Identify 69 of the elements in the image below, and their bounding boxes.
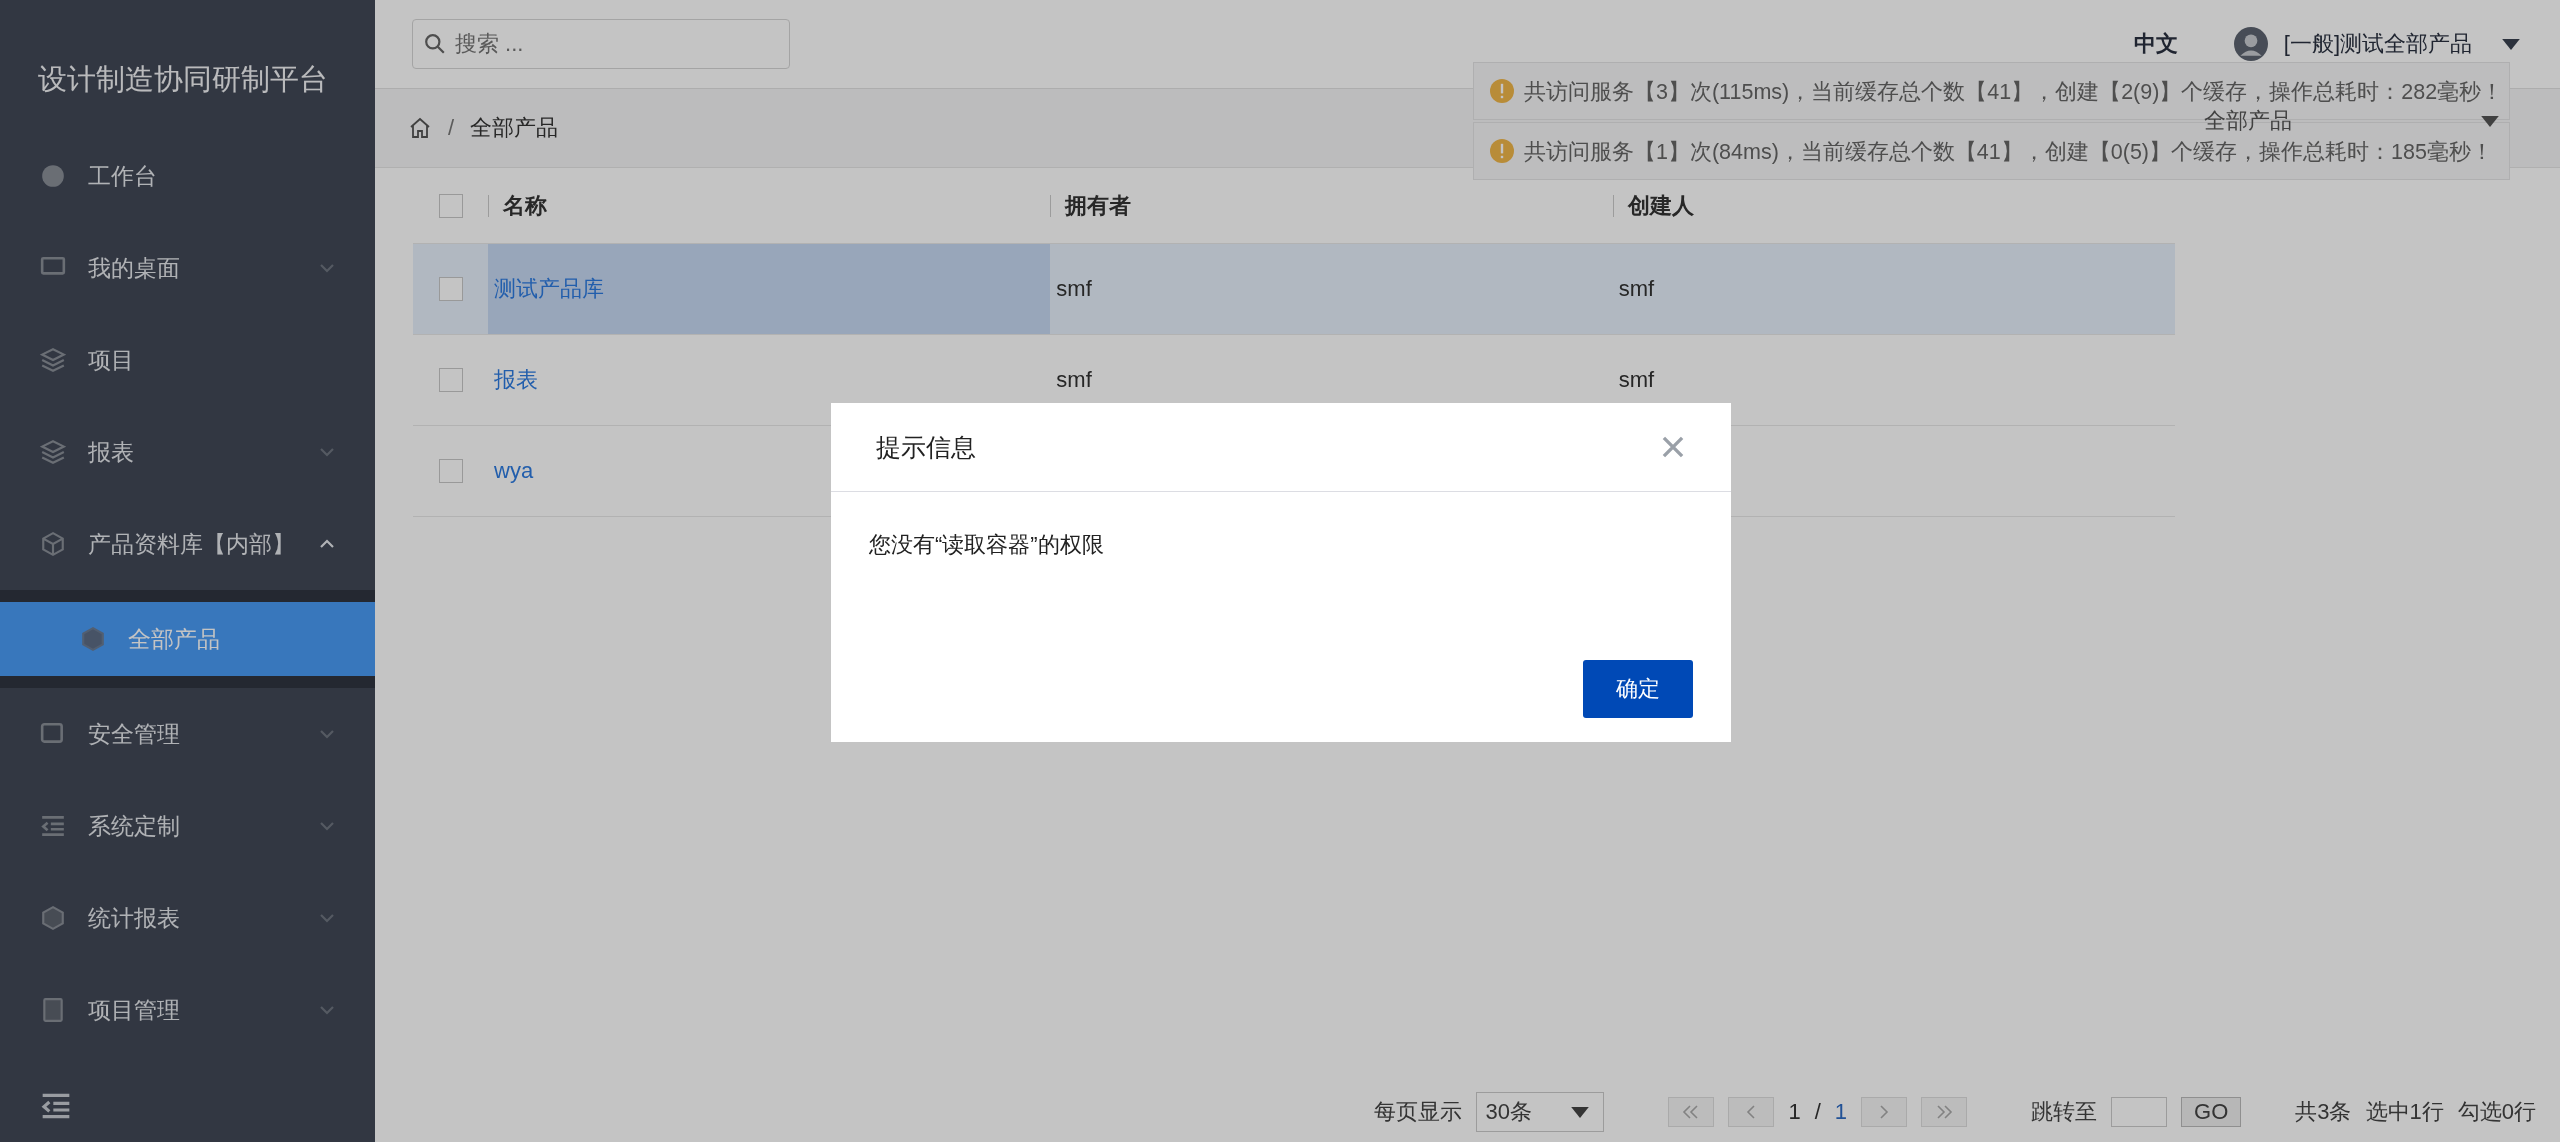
user-menu[interactable]: [一般]测试全部产品 bbox=[2283, 29, 2472, 59]
close-icon[interactable] bbox=[1660, 434, 1686, 460]
previous-page-button[interactable] bbox=[1728, 1097, 1775, 1127]
row-checkbox[interactable] bbox=[438, 277, 463, 301]
name-link[interactable]: 报表 bbox=[494, 365, 538, 395]
column-header[interactable]: 创建人 bbox=[1612, 194, 2175, 217]
column-header[interactable]: 拥有者 bbox=[1050, 194, 1613, 217]
selected-count: 选中1行 bbox=[2365, 1098, 2444, 1126]
chevron-left-icon bbox=[1745, 1104, 1758, 1120]
next-page-button[interactable] bbox=[1861, 1097, 1907, 1127]
column-header[interactable]: 名称 bbox=[488, 194, 1051, 217]
page-input[interactable] bbox=[2111, 1097, 2167, 1127]
sidebar-item[interactable]: 系统定制 bbox=[0, 780, 375, 872]
warning-icon bbox=[1490, 79, 1514, 103]
avatar-icon bbox=[2233, 27, 2268, 61]
warning-icon bbox=[1490, 139, 1514, 163]
total-pages: 1 bbox=[1834, 1099, 1847, 1125]
app-title: 设计制造协同研制平台 bbox=[37, 62, 329, 97]
sidebar-item[interactable]: 项目管理 bbox=[0, 964, 375, 1056]
total-count: 共3条 bbox=[2295, 1098, 2352, 1126]
sidebar-item[interactable]: 我的桌面 bbox=[0, 222, 375, 314]
home-icon[interactable] bbox=[408, 116, 432, 140]
table-cell: smf bbox=[1618, 276, 1655, 302]
table-row[interactable]: 测试产品库 smf smf bbox=[413, 244, 2175, 335]
first-page-button[interactable] bbox=[1668, 1097, 1715, 1127]
row-checkbox[interactable] bbox=[438, 368, 463, 392]
view-dropdown[interactable]: 全部产品 bbox=[2185, 106, 2510, 136]
sidebar-item[interactable]: 安全管理 bbox=[0, 688, 375, 780]
sidebar-item[interactable]: 项目 bbox=[0, 314, 375, 406]
chevron-down-icon bbox=[319, 913, 335, 923]
chevron-down-icon bbox=[319, 821, 335, 831]
last-page-button[interactable] bbox=[1921, 1097, 1967, 1127]
sidebar-item[interactable]: 产品资料库【内部】 bbox=[0, 498, 375, 590]
row-checkbox[interactable] bbox=[438, 459, 463, 483]
caret-icon bbox=[2481, 115, 2499, 127]
jump-label: 跳转至 bbox=[2031, 1098, 2097, 1126]
sidebar-item[interactable]: 统计报表 bbox=[0, 872, 375, 964]
sidebar-item[interactable]: 报表 bbox=[0, 406, 375, 498]
select-all-checkbox[interactable] bbox=[438, 193, 463, 218]
caret-icon[interactable] bbox=[2502, 38, 2520, 50]
caret-icon bbox=[1571, 1106, 1590, 1118]
notification-text: 共访问服务【3】次(115ms)，当前缓存总个数【41】，创建【2(9)】个缓存，操作总耗时：282毫秒！ bbox=[1524, 78, 2504, 106]
current-page: 1 bbox=[1788, 1099, 1801, 1125]
chevron-down-icon bbox=[319, 1005, 335, 1015]
notification-text: 共访问服务【1】次(84ms)，当前缓存总个数【41】，创建【0(5)】个缓存，操作总耗时：185毫秒！ bbox=[1524, 138, 2493, 166]
chevron-up-icon bbox=[319, 539, 335, 549]
language-switch[interactable]: 中文 bbox=[2133, 29, 2178, 59]
go-button[interactable]: GO bbox=[2181, 1097, 2242, 1127]
sidebar-item[interactable]: 工作台 bbox=[0, 130, 375, 222]
hexagon-icon bbox=[80, 626, 106, 652]
checked-count: 勾选0行 bbox=[2457, 1098, 2536, 1126]
chevron-down-icon bbox=[319, 263, 335, 273]
confirm-button[interactable]: 确定 bbox=[1583, 660, 1693, 718]
page-size-dropdown[interactable]: 30条 bbox=[1476, 1092, 1605, 1132]
table-cell: smf bbox=[1618, 367, 1655, 393]
table-cell: smf bbox=[1056, 367, 1092, 393]
chevron-down-icon bbox=[319, 447, 335, 457]
search-field[interactable]: 搜索 ... bbox=[412, 19, 790, 69]
breadcrumb-item: 全部产品 bbox=[470, 114, 559, 142]
table-cell: smf bbox=[1056, 276, 1092, 302]
name-link[interactable]: wya bbox=[494, 458, 534, 484]
dialog-message: 您没有“读取容器”的权限 bbox=[869, 532, 1104, 557]
page-size-label: 每页显示 bbox=[1374, 1098, 1463, 1126]
chevron-down-icon bbox=[319, 729, 335, 739]
breadcrumb-separator: / bbox=[448, 115, 455, 141]
page-separator: / bbox=[1814, 1099, 1821, 1125]
chevron-right-icon bbox=[1878, 1104, 1890, 1120]
dialog-title: 提示信息 bbox=[876, 431, 976, 463]
double-chevron-right-icon bbox=[1934, 1104, 1954, 1120]
